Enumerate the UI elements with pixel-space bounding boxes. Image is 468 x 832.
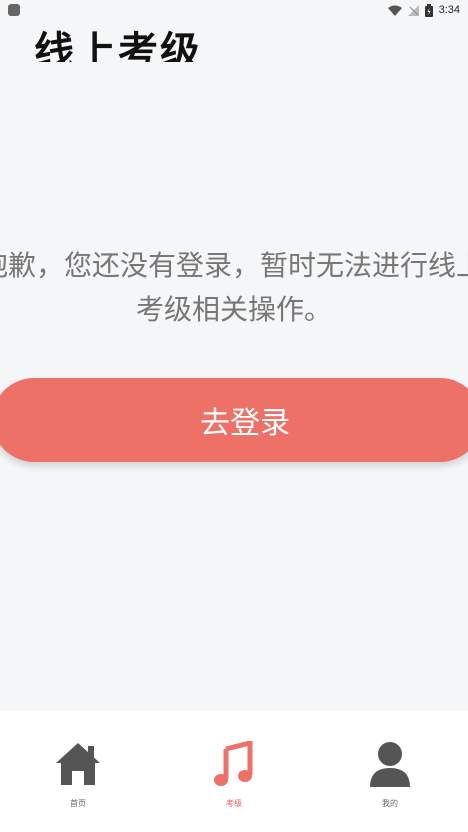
battery-icon (424, 3, 433, 17)
notification-icon (8, 4, 20, 16)
tab-mine-label: 我的 (382, 799, 398, 808)
go-login-button[interactable]: 去登录 (0, 378, 468, 462)
login-required-message: 抱歉，您还没有登录，暂时无法进行线上 考级相关操作。 (0, 244, 468, 332)
tab-home[interactable]: 首页 (0, 711, 156, 832)
status-icons: 3:34 (387, 3, 460, 17)
go-login-label: 去登录 (200, 406, 290, 441)
message-line-1: 抱歉，您还没有登录，暂时无法进行线上 (0, 249, 468, 282)
status-bar: 3:34 (0, 0, 468, 20)
wifi-icon (387, 5, 402, 16)
user-icon (365, 739, 415, 789)
message-line-2: 考级相关操作。 (135, 293, 332, 326)
no-signal-icon (407, 4, 419, 16)
tab-mine[interactable]: 我的 (312, 711, 468, 832)
clock-time: 3:34 (438, 4, 460, 16)
tab-home-label: 首页 (70, 799, 86, 808)
bottom-tab-bar: 首页 考级 我的 (0, 711, 468, 832)
tab-exam-label: 考级 (226, 799, 242, 808)
page-title: 线上考级 (34, 29, 202, 62)
tab-exam[interactable]: 考级 (156, 711, 312, 832)
home-icon (53, 739, 103, 789)
music-note-icon (209, 739, 259, 789)
